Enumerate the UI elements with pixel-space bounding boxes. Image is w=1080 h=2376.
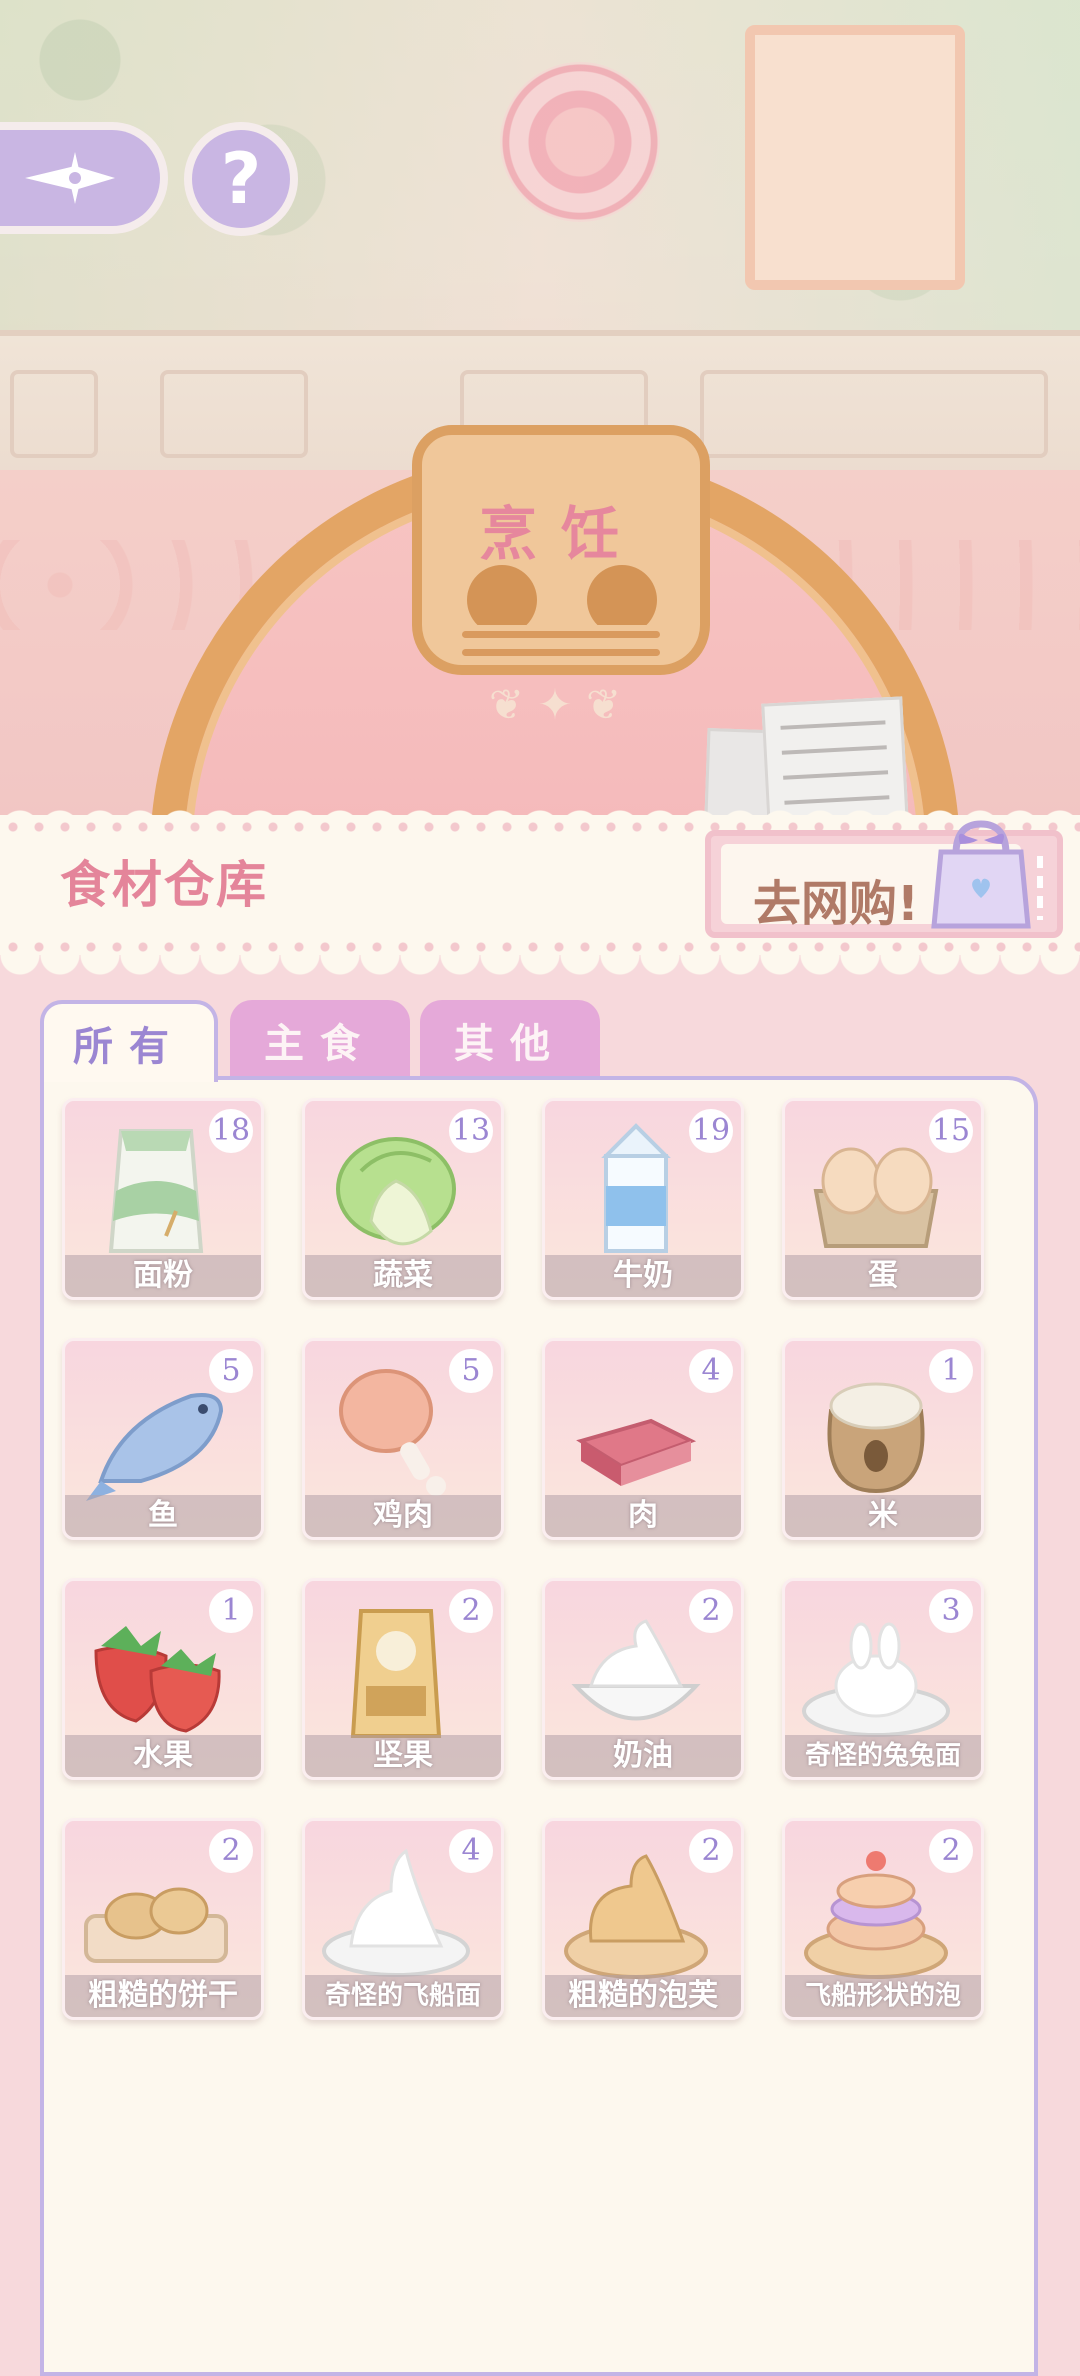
question-mark-icon: ? — [220, 138, 262, 220]
ingredient-item[interactable]: 2 坚果 — [302, 1578, 504, 1780]
page-title: 食材仓库 — [60, 856, 268, 914]
ingredient-item[interactable]: 2 粗糙的饼干 — [62, 1818, 264, 2020]
item-label: 奇怪的飞船面 — [305, 1975, 501, 2017]
ingredient-item[interactable]: 3 奇怪的兔兔面 — [782, 1578, 984, 1780]
item-label: 飞船形状的泡 — [785, 1975, 981, 2017]
scallop-edge — [0, 955, 1080, 979]
item-label: 鸡肉 — [305, 1495, 501, 1537]
wall-panel — [160, 370, 308, 458]
help-button[interactable]: ? — [184, 122, 298, 236]
ingredient-item[interactable]: 2 奶油 — [542, 1578, 744, 1780]
ingredient-item[interactable]: 15 蛋 — [782, 1098, 984, 1300]
item-count: 1 — [209, 1589, 253, 1633]
compass-star-icon — [25, 152, 115, 204]
tab-other[interactable]: 其他 — [420, 1000, 600, 1080]
item-label: 蛋 — [785, 1255, 981, 1297]
ingredient-item[interactable]: 5 鱼 — [62, 1338, 264, 1540]
item-label: 蔬菜 — [305, 1255, 501, 1297]
item-count: 4 — [449, 1829, 493, 1873]
item-label: 牛奶 — [545, 1255, 741, 1297]
item-count: 18 — [209, 1109, 253, 1153]
ingredient-item[interactable]: 4 肉 — [542, 1338, 744, 1540]
back-button[interactable] — [0, 122, 168, 234]
ingredient-item[interactable]: 19 牛奶 — [542, 1098, 744, 1300]
item-count: 2 — [929, 1829, 973, 1873]
item-count: 2 — [689, 1589, 733, 1633]
wall-medallion — [500, 62, 660, 222]
ingredient-item[interactable]: 13 蔬菜 — [302, 1098, 504, 1300]
ingredient-item[interactable]: 4 奇怪的飞船面 — [302, 1818, 504, 2020]
item-count: 3 — [929, 1589, 973, 1633]
item-count: 4 — [689, 1349, 733, 1393]
item-label: 米 — [785, 1495, 981, 1537]
ingredient-item[interactable]: 18 面粉 — [62, 1098, 264, 1300]
item-label: 鱼 — [65, 1495, 261, 1537]
item-count: 2 — [449, 1589, 493, 1633]
tab-staple-food[interactable]: 主食 — [230, 1000, 410, 1080]
item-label: 奇怪的兔兔面 — [785, 1735, 981, 1777]
item-count: 5 — [209, 1349, 253, 1393]
item-count: 2 — [689, 1829, 733, 1873]
item-label: 肉 — [545, 1495, 741, 1537]
item-label: 水果 — [65, 1735, 261, 1777]
item-count: 13 — [449, 1109, 493, 1153]
ingredient-item[interactable]: 1 米 — [782, 1338, 984, 1540]
ornament-icon: ❦ ✦ ❦ — [488, 680, 622, 729]
dot-border — [0, 942, 1080, 952]
item-label: 面粉 — [65, 1255, 261, 1297]
item-label: 坚果 — [305, 1735, 501, 1777]
ingredient-item[interactable]: 5 鸡肉 — [302, 1338, 504, 1540]
ingredient-grid[interactable]: 18 面粉 13 蔬菜 19 牛奶 15 蛋 5 鱼 5 鸡肉 4 肉 1 米 … — [40, 1076, 1038, 2376]
item-count: 5 — [449, 1349, 493, 1393]
tab-all[interactable]: 所有 — [40, 1000, 218, 1082]
item-count: 1 — [929, 1349, 973, 1393]
item-count: 2 — [209, 1829, 253, 1873]
item-count: 15 — [929, 1109, 973, 1153]
shopping-bag-icon — [931, 820, 1031, 929]
item-label: 粗糙的泡芙 — [545, 1975, 741, 2017]
plaque-title: 烹饪 — [478, 500, 643, 568]
online-shop-label: 去网购! — [753, 876, 919, 932]
item-label: 奶油 — [545, 1735, 741, 1777]
ingredient-item[interactable]: 1 水果 — [62, 1578, 264, 1780]
kitchen-background: 烹饪 ❦ ✦ ❦ — [0, 0, 1080, 830]
wall-panel — [700, 370, 1048, 458]
item-count: 19 — [689, 1109, 733, 1153]
cooking-plaque[interactable]: 烹饪 — [412, 425, 710, 675]
ingredient-item[interactable]: 2 粗糙的泡芙 — [542, 1818, 744, 2020]
ingredient-item[interactable]: 2 飞船形状的泡 — [782, 1818, 984, 2020]
online-shop-button[interactable]: 去网购! — [705, 820, 1063, 938]
wall-panel — [10, 370, 98, 458]
wall-frame — [745, 25, 965, 290]
item-label: 粗糙的饼干 — [65, 1975, 261, 2017]
